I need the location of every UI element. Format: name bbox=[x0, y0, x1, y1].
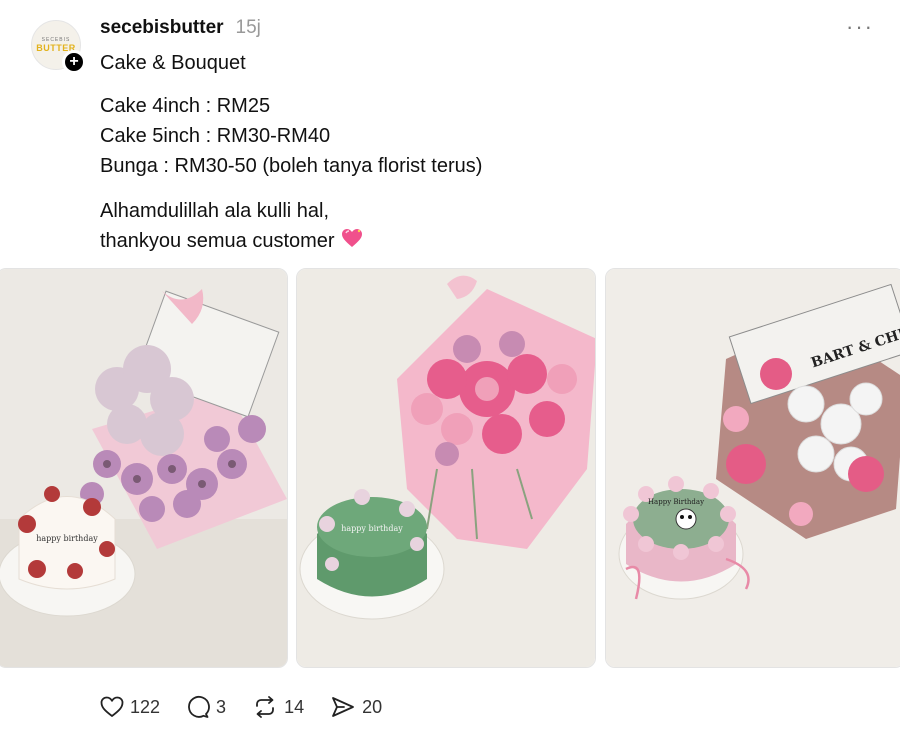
price-line: Bunga : RM30-50 (boleh tanya florist ter… bbox=[100, 155, 483, 177]
thanks-line-text: thankyou semua customer bbox=[100, 230, 335, 252]
photo-1-cake-text: happy birthday bbox=[36, 534, 98, 543]
like-button[interactable]: 122 bbox=[100, 696, 160, 718]
reply-count: 3 bbox=[216, 696, 227, 717]
heart-icon bbox=[100, 696, 124, 717]
post-header: secebisbutter 15j bbox=[100, 17, 261, 39]
price-line: Cake 4inch : RM25 bbox=[100, 95, 271, 117]
thanks-line: thankyou semua customer bbox=[100, 226, 363, 257]
photo-2-cake-text: happy birthday bbox=[341, 524, 403, 533]
timestamp[interactable]: 15j bbox=[236, 17, 261, 39]
thread-post: SECEBIS BUTTER + secebisbutter 15j ··· C… bbox=[0, 0, 900, 731]
repost-icon bbox=[256, 696, 274, 718]
like-count: 122 bbox=[130, 696, 161, 717]
post-image-1[interactable]: happy birthday bbox=[0, 268, 288, 668]
send-icon bbox=[332, 697, 354, 717]
action-bar: 122 3 14 20 bbox=[100, 695, 408, 719]
caption-title: Cake & Bouquet bbox=[100, 52, 246, 74]
sparkling-heart-icon bbox=[341, 227, 363, 257]
username[interactable]: secebisbutter bbox=[100, 17, 224, 39]
repost-button[interactable]: 14 bbox=[252, 695, 304, 719]
follow-button[interactable]: + bbox=[62, 50, 86, 74]
more-options-button[interactable]: ··· bbox=[846, 14, 874, 40]
reply-button[interactable]: 3 bbox=[186, 695, 226, 719]
thanks-line: Alhamdulillah ala kulli hal, bbox=[100, 200, 330, 222]
post-image-3[interactable]: BART & CHRO Happy Birthday bbox=[605, 268, 900, 668]
share-count: 20 bbox=[362, 696, 383, 717]
share-button[interactable]: 20 bbox=[330, 695, 382, 719]
photo-3-cake-text: Happy Birthday bbox=[648, 498, 704, 506]
price-line: Cake 5inch : RM30-RM40 bbox=[100, 125, 331, 147]
repost-count: 14 bbox=[284, 696, 305, 717]
comment-icon bbox=[188, 695, 210, 718]
post-image-2[interactable]: happy birthday bbox=[296, 268, 596, 668]
